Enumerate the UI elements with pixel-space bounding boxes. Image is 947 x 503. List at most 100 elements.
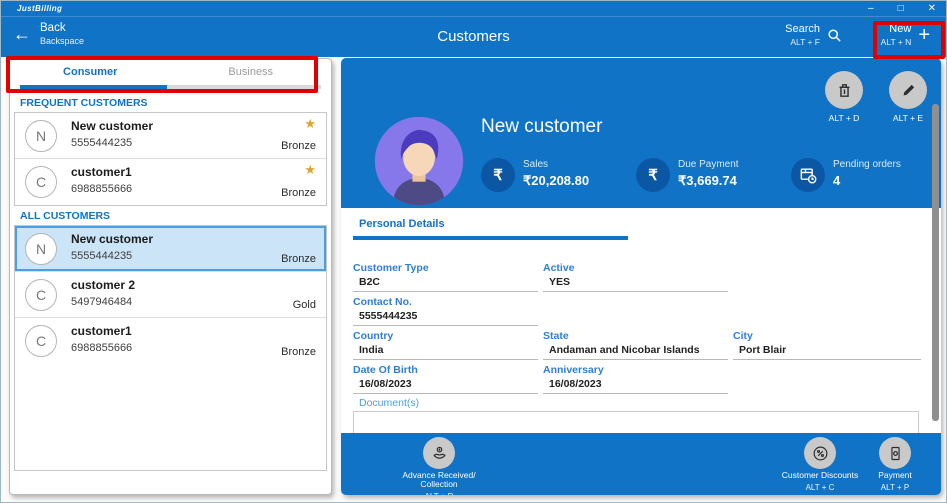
due-payment-label: Due Payment (678, 159, 808, 170)
pencil-icon (900, 82, 917, 99)
field-contact-no: Contact No. 5555444235 (353, 296, 538, 326)
search-label: Search (785, 23, 820, 35)
payment-button[interactable]: Payment ALT + P (855, 433, 935, 492)
hand-coins-icon (423, 437, 455, 469)
tab-underline (20, 85, 321, 89)
tab-business[interactable]: Business (171, 66, 332, 78)
field-value: 16/08/2023 (543, 376, 728, 394)
list-item[interactable]: C customer 2 5497946484 Gold (15, 272, 326, 318)
field-value: India (353, 342, 538, 360)
advance-shortcut: ALT + R (384, 492, 494, 495)
customer-name: customer 2 (71, 278, 135, 292)
field-label: Active (543, 262, 728, 274)
customer-phone: 5555444235 (71, 137, 132, 149)
pending-orders-icon (791, 158, 825, 192)
tier-badge: Gold (293, 299, 316, 311)
customer-detail-panel: ALT + D ALT + E (341, 58, 941, 495)
all-customers-title: ALL CUSTOMERS (20, 210, 331, 222)
customer-type-tabbar: Consumer Business (10, 59, 331, 93)
search-icon (827, 28, 842, 43)
vertical-scrollbar[interactable] (932, 104, 939, 421)
delete-shortcut: ALT + D (814, 113, 874, 123)
stat-due-payment: ₹ Due Payment ₹3,669.74 (636, 158, 670, 192)
pending-orders-value: 4 (833, 173, 941, 188)
tab-active-underline (353, 236, 628, 240)
maximize-icon[interactable]: □ (898, 4, 904, 14)
documents-box[interactable] (353, 411, 919, 433)
list-item[interactable]: C customer1 6988855666 ★ Bronze (15, 159, 326, 205)
delete-button[interactable] (825, 71, 863, 109)
field-label: Contact No. (353, 296, 538, 308)
stat-pending-orders: Pending orders 4 (791, 158, 825, 192)
percent-icon (804, 437, 836, 469)
field-state: State Andaman and Nicobar Islands (543, 330, 728, 360)
tier-badge: Bronze (281, 187, 316, 199)
stat-sales: ₹ Sales ₹20,208.80 (481, 158, 515, 192)
field-label: City (733, 330, 921, 342)
new-label: New (881, 23, 912, 35)
app-window: JustBilling – □ ✕ ← Back Backspace Custo… (0, 0, 947, 503)
customer-phone: 5555444235 (71, 250, 132, 262)
field-anniversary: Anniversary 16/08/2023 (543, 364, 728, 394)
field-active: Active YES (543, 262, 728, 292)
customer-avatar (372, 114, 466, 208)
new-shortcut: ALT + N (881, 37, 912, 47)
avatar: C (25, 325, 57, 357)
list-item[interactable]: N New customer 5555444235 ★ Bronze (15, 113, 326, 159)
star-icon: ★ (304, 116, 316, 132)
field-label: State (543, 330, 728, 342)
tab-consumer[interactable]: Consumer (10, 66, 171, 78)
avatar: N (25, 233, 57, 265)
detail-footer: Advance Received/ Collection ALT + R Cus… (341, 433, 941, 495)
customer-name: customer1 (71, 324, 132, 338)
detail-header: ALT + D ALT + E (341, 58, 941, 208)
customer-phone: 6988855666 (71, 183, 132, 195)
customer-name: customer1 (71, 165, 132, 179)
rupee-icon: ₹ (636, 158, 670, 192)
list-item-selected[interactable]: N New customer 5555444235 Bronze (15, 226, 326, 272)
pending-orders-label: Pending orders (833, 159, 941, 170)
customer-name: New customer (71, 232, 153, 246)
payment-label: Payment (855, 471, 935, 480)
close-icon[interactable]: ✕ (928, 4, 936, 14)
trash-icon (836, 82, 853, 99)
edit-shortcut: ALT + E (878, 113, 938, 123)
field-value: Andaman and Nicobar Islands (543, 342, 728, 360)
edit-button[interactable] (889, 71, 927, 109)
avatar: C (25, 166, 57, 198)
tab-underline-active (20, 85, 167, 89)
field-label: Customer Type (353, 262, 538, 274)
all-customers-list: N New customer 5555444235 Bronze C custo… (14, 225, 327, 471)
tier-badge: Bronze (281, 140, 316, 152)
field-date-of-birth: Date Of Birth 16/08/2023 (353, 364, 538, 394)
field-label: Country (353, 330, 538, 342)
field-value: 5555444235 (353, 308, 538, 326)
field-value: B2C (353, 274, 538, 292)
field-label: Anniversary (543, 364, 728, 376)
tier-badge: Bronze (281, 253, 316, 265)
minimize-icon[interactable]: – (868, 4, 874, 14)
customer-list-panel: Consumer Business FREQUENT CUSTOMERS N N… (9, 58, 332, 495)
list-item[interactable]: C customer1 6988855666 Bronze (15, 318, 326, 364)
customer-phone: 6988855666 (71, 342, 132, 354)
customer-phone: 5497946484 (71, 296, 132, 308)
payment-shortcut: ALT + P (855, 483, 935, 492)
search-shortcut: ALT + F (785, 37, 820, 47)
new-customer-button[interactable]: New ALT + N + (881, 23, 930, 47)
banknote-icon (879, 437, 911, 469)
advance-received-button[interactable]: Advance Received/ Collection ALT + R (384, 433, 494, 495)
plus-icon: + (918, 25, 930, 45)
tab-personal-details[interactable]: Personal Details (359, 218, 445, 230)
field-customer-type: Customer Type B2C (353, 262, 538, 292)
due-payment-value: ₹3,669.74 (678, 173, 808, 189)
rupee-icon: ₹ (481, 158, 515, 192)
window-controls: – □ ✕ (868, 4, 936, 14)
search-button[interactable]: Search ALT + F (785, 23, 842, 47)
avatar: C (25, 279, 57, 311)
personal-details-section: Personal Details Customer Type B2C Activ… (341, 208, 941, 433)
tier-badge: Bronze (281, 346, 316, 358)
detail-customer-name: New customer (481, 116, 602, 138)
app-header: ← Back Backspace Customers Search ALT + … (1, 16, 946, 57)
field-value: 16/08/2023 (353, 376, 538, 394)
star-icon: ★ (304, 162, 316, 178)
